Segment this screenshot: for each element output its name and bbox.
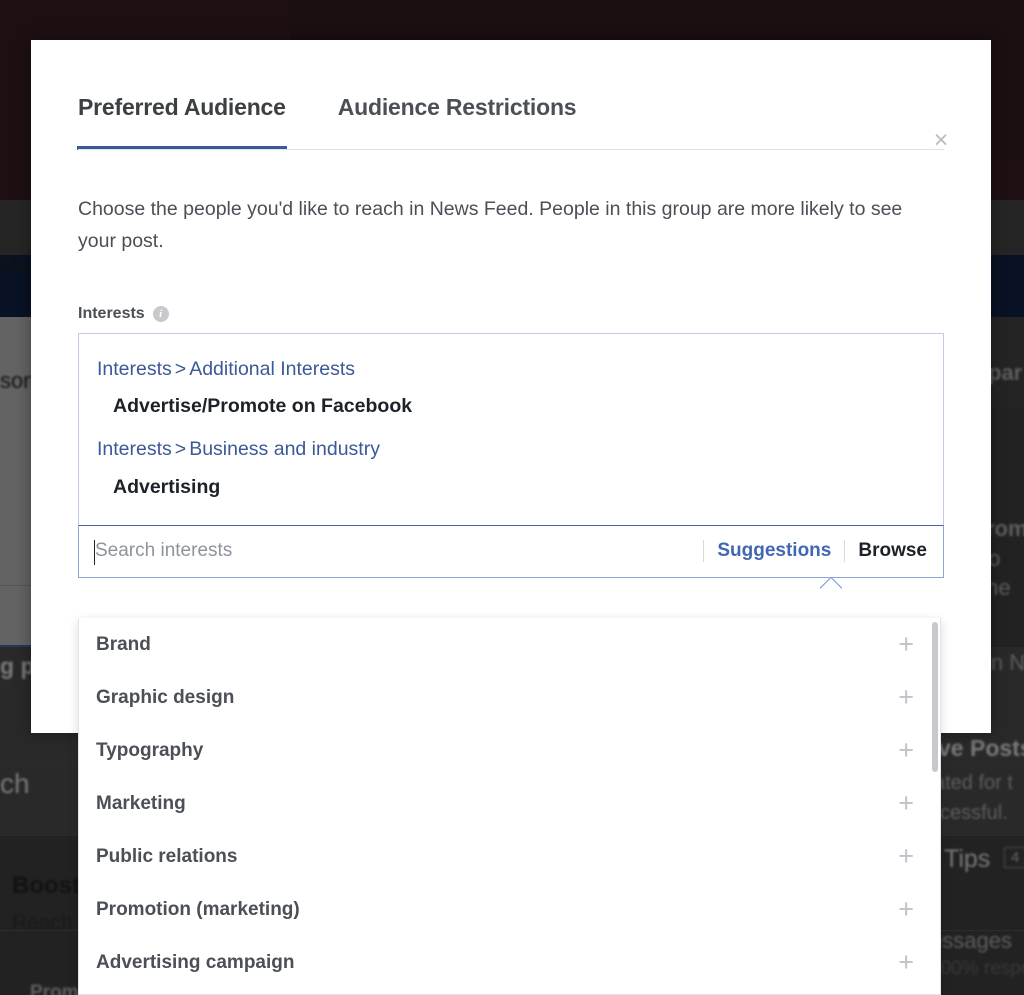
caret-up-icon xyxy=(820,577,842,589)
suggestion-label: Typography xyxy=(96,740,203,762)
list-item[interactable]: Public relations + xyxy=(79,830,940,883)
bg-text-active-sub1: ated for t xyxy=(934,772,1013,795)
browse-tab[interactable]: Browse xyxy=(858,540,927,562)
plus-icon[interactable]: + xyxy=(898,737,914,764)
list-item[interactable]: Brand + xyxy=(79,618,940,671)
modal-tab-bar: Preferred Audience Audience Restrictions xyxy=(31,40,991,150)
close-icon[interactable]: × xyxy=(927,126,955,154)
suggestions-tab[interactable]: Suggestions xyxy=(717,540,831,562)
suggestion-label: Advertising campaign xyxy=(96,952,295,974)
bg-text-active-sub2: ccessful. xyxy=(930,802,1008,825)
bg-text-response-rate: 100% response rate, 1-mins res xyxy=(930,958,1024,980)
plus-icon[interactable]: + xyxy=(898,843,914,870)
chevron-right-icon: > xyxy=(172,358,189,380)
bg-text-from-1: rom xyxy=(986,516,1024,542)
interests-field-label: Interests xyxy=(78,305,145,323)
suggestion-label: Graphic design xyxy=(96,687,234,709)
divider-icon xyxy=(844,540,845,562)
list-item[interactable]: Marketing + xyxy=(79,777,940,830)
breadcrumb[interactable]: Interests>Additional Interests xyxy=(79,352,943,386)
dropdown-scrollbar[interactable] xyxy=(932,622,938,772)
breadcrumb-category[interactable]: Additional Interests xyxy=(189,358,355,380)
suggestion-label: Marketing xyxy=(96,793,186,815)
tab-audience-restrictions-label: Audience Restrictions xyxy=(338,94,577,120)
breadcrumb-category[interactable]: Business and industry xyxy=(189,438,380,460)
list-item[interactable]: Promotion (marketing) + xyxy=(79,883,940,936)
plus-icon[interactable]: + xyxy=(898,790,914,817)
bg-text-messages: essages xyxy=(930,928,1012,954)
suggestion-label: Public relations xyxy=(96,846,237,868)
tab-preferred-audience-label: Preferred Audience xyxy=(78,94,286,120)
bg-text-posting: g p xyxy=(0,653,35,680)
modal-description: Choose the people you'd like to reach in… xyxy=(78,194,944,257)
breadcrumb-root[interactable]: Interests xyxy=(97,358,172,380)
bg-text-reach: ch xyxy=(0,768,30,800)
bg-text-boost-title: Boost xyxy=(12,872,80,900)
bg-text-compare: par xyxy=(988,360,1022,386)
tab-audience-restrictions[interactable]: Audience Restrictions xyxy=(338,94,577,150)
suggestion-label: Promotion (marketing) xyxy=(96,899,300,921)
plus-icon[interactable]: + xyxy=(898,684,914,711)
breadcrumb-root[interactable]: Interests xyxy=(97,438,172,460)
search-actions: Suggestions Browse xyxy=(690,540,943,562)
bg-text-followers: Fo xyxy=(2,255,25,277)
chevron-right-icon: > xyxy=(172,438,189,460)
plus-icon[interactable]: + xyxy=(898,896,914,923)
bg-text-in-news: in N xyxy=(986,650,1024,676)
selected-interests-box: Interests>Additional Interests Advertise… xyxy=(78,333,944,524)
interests-field-label-row: Interests i xyxy=(78,305,944,323)
selected-interest-item[interactable]: Advertise/Promote on Facebook xyxy=(79,386,943,432)
info-icon[interactable]: i xyxy=(153,306,169,322)
suggestions-list: Brand + Graphic design + Typography + Ma… xyxy=(79,618,940,989)
plus-icon[interactable]: + xyxy=(898,949,914,976)
tab-bar-divider xyxy=(78,149,944,150)
suggestion-label: Brand xyxy=(96,634,151,656)
suggestions-dropdown: Brand + Graphic design + Typography + Ma… xyxy=(78,618,941,995)
list-item[interactable]: Graphic design + xyxy=(79,671,940,724)
bg-text-active-posts: ve Posts xyxy=(938,735,1024,762)
list-item[interactable]: Advertising campaign + xyxy=(79,936,940,989)
plus-icon[interactable]: + xyxy=(898,631,914,658)
interests-search-row: Suggestions Browse xyxy=(78,525,944,578)
divider-icon xyxy=(703,540,704,562)
selected-interest-item[interactable]: Advertising xyxy=(79,467,943,513)
text-cursor xyxy=(94,540,95,565)
tab-preferred-audience[interactable]: Preferred Audience xyxy=(78,94,286,150)
breadcrumb[interactable]: Interests>Business and industry xyxy=(79,432,943,466)
bg-tips-count-badge: 4 xyxy=(1004,847,1024,868)
bg-text-tips-label: Tips xyxy=(944,845,990,874)
list-item[interactable]: Typography + xyxy=(79,724,940,777)
search-interests-input[interactable] xyxy=(79,540,690,562)
